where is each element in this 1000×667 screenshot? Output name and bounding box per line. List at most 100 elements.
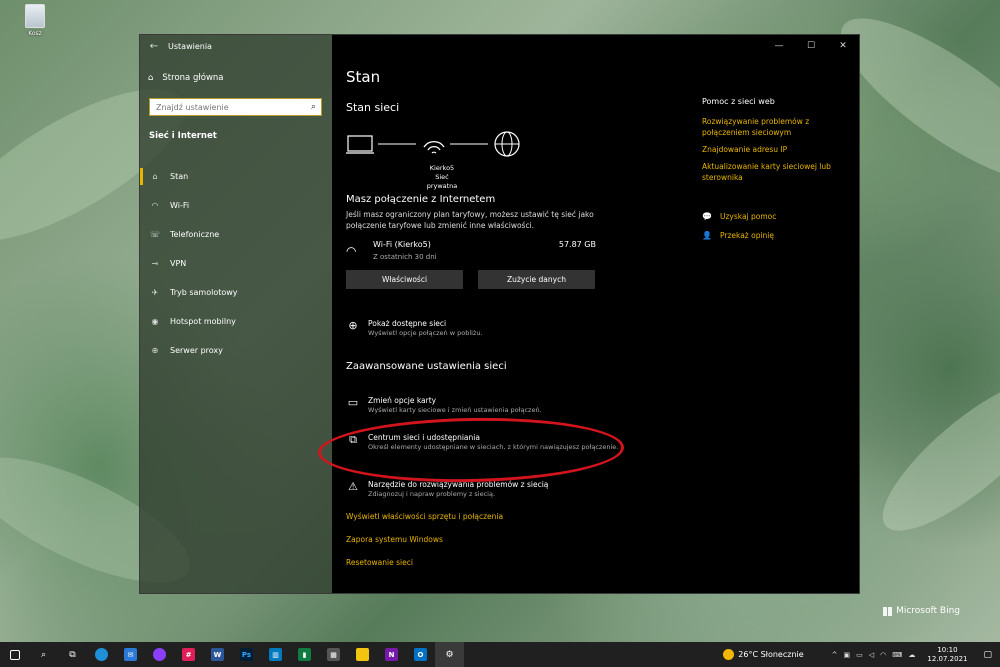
onenote-icon[interactable]: N: [377, 642, 406, 667]
dialup-icon: ☏: [150, 230, 161, 239]
globe-icon: ⊕: [348, 319, 358, 332]
sidebar-item-proxy[interactable]: ⊕ Serwer proxy: [140, 336, 332, 365]
sidebar-item-hotspot[interactable]: ◉ Hotspot mobilny: [140, 307, 332, 336]
slack-icon[interactable]: #: [174, 642, 203, 667]
sidebar-item-airplane[interactable]: ✈ Tryb samolotowy: [140, 278, 332, 307]
help-link-driver[interactable]: Aktualizowanie karty sieciowej lub stero…: [702, 161, 842, 183]
proxy-icon: ⊕: [151, 346, 159, 355]
sidebar-item-label: Tryb samolotowy: [170, 288, 238, 297]
show-networks-option[interactable]: ⊕ Pokaż dostępne sieci Wyświetl opcje po…: [346, 319, 666, 343]
network-label: Kierko5 Sieć prywatna: [422, 164, 462, 191]
connection-description: Jeśli masz ograniczony plan taryfowy, mo…: [346, 210, 594, 230]
calculator-icon[interactable]: ▦: [319, 642, 348, 667]
adapter-icon: ▭: [347, 396, 359, 409]
window-controls: — ☐ ✕: [763, 35, 859, 57]
troubleshooter-option[interactable]: ⚠ Narzędzie do rozwiązywania problemów z…: [346, 480, 666, 504]
wifi-period: Z ostatnich 30 dni: [373, 253, 437, 261]
option-description: Wyświetl opcje połączeń w pobliżu.: [368, 329, 483, 337]
volume-icon[interactable]: ◁: [869, 651, 874, 659]
back-arrow-icon[interactable]: ←: [140, 41, 168, 52]
bing-watermark: Microsoft Bing: [883, 606, 960, 616]
home-icon: ⌂: [152, 172, 158, 181]
search-placeholder: Znajdź ustawienie: [156, 102, 229, 112]
sidebar-item-label: Serwer proxy: [170, 346, 223, 355]
sidebar-item-telefoniczne[interactable]: ☏ Telefoniczne: [140, 220, 332, 249]
help-link-ip[interactable]: Znajdowanie adresu IP: [702, 144, 842, 155]
weather-widget[interactable]: 26°C Słonecznie: [723, 649, 804, 660]
network-icon[interactable]: ▣: [844, 651, 851, 659]
wifi-signal-icon: [423, 141, 445, 154]
keyboard-icon[interactable]: ⌨: [892, 651, 902, 659]
word-icon[interactable]: W: [203, 642, 232, 667]
get-help-link[interactable]: 💬 Uzyskaj pomoc: [702, 212, 776, 221]
help-link-troubleshoot[interactable]: Rozwiązywanie problemów z połączeniem si…: [702, 116, 842, 138]
help-title: Pomoc z sieci web: [702, 97, 775, 106]
sidebar-item-vpn[interactable]: ⊸ VPN: [140, 249, 332, 278]
start-button[interactable]: [0, 642, 29, 667]
time-label: 10:10: [937, 645, 958, 654]
sun-icon: [723, 649, 735, 660]
sidebar-item-wifi[interactable]: ◠ Wi-Fi: [140, 191, 332, 220]
messenger-icon[interactable]: [145, 642, 174, 667]
get-help-label: Uzyskaj pomoc: [719, 212, 777, 221]
page-title: Stan: [346, 68, 381, 86]
sidebar: ← Ustawienia ⌂ Strona główna Znajdź usta…: [140, 35, 332, 593]
outlook-icon[interactable]: O: [406, 642, 435, 667]
explorer-icon[interactable]: [348, 642, 377, 667]
recycle-bin-icon[interactable]: Kosz: [18, 4, 52, 37]
settings-icon[interactable]: ⚙: [435, 642, 464, 667]
laptop-icon: [347, 135, 373, 152]
bing-logo-icon: [883, 606, 893, 616]
wifi-icon[interactable]: ◠: [880, 651, 886, 659]
wallpaper-leaf: [863, 357, 1000, 553]
sidebar-item-stan[interactable]: ⌂ Stan: [140, 162, 332, 191]
hardware-properties-link[interactable]: Wyświetl właściwości sprzętu i połączeni…: [346, 512, 503, 521]
search-icon: ⌕: [310, 102, 316, 112]
sidebar-item-label: Stan: [170, 172, 189, 181]
data-usage-button[interactable]: Zużycie danych: [478, 270, 595, 289]
sidebar-item-label: Telefoniczne: [170, 230, 220, 239]
window-title: Ustawienia: [168, 41, 212, 51]
option-description: Zdiagnozuj i napraw problemy z siecią.: [368, 490, 496, 498]
change-adapter-option[interactable]: ▭ Zmień opcje karty Wyświetl karty sieci…: [346, 396, 666, 420]
tray-icons: ^ ▣ ▭ ◁ ◠ ⌨ ☁: [832, 651, 916, 659]
notification-icon[interactable]: ▢: [983, 650, 992, 660]
properties-button[interactable]: Właściwości: [346, 270, 463, 289]
home-link[interactable]: ⌂ Strona główna: [148, 73, 224, 83]
data-usage-value: 57.87 GB: [558, 240, 596, 249]
help-panel: Pomoc z sieci web Rozwiązywanie problemó…: [702, 97, 842, 189]
feedback-link[interactable]: 👤 Przekaż opinię: [702, 231, 774, 240]
wifi-name: Wi-Fi (Kierko5): [373, 240, 431, 249]
network-reset-link[interactable]: Resetowanie sieci: [346, 558, 413, 567]
search-icon[interactable]: ⌕: [29, 642, 58, 667]
network-name: Kierko5: [429, 164, 455, 172]
clock[interactable]: 10:10 12.07.2021: [927, 646, 967, 664]
section-title: Sieć i Internet: [149, 131, 217, 141]
minimize-button[interactable]: —: [763, 35, 795, 57]
wifi-icon: ◠: [151, 201, 159, 210]
network-status-title: Stan sieci: [346, 101, 400, 114]
firewall-link[interactable]: Zapora systemu Windows: [346, 535, 443, 544]
chat-icon: 💬: [702, 212, 712, 221]
search-input[interactable]: Znajdź ustawienie ⌕: [149, 98, 322, 116]
option-title: Zmień opcje karty: [368, 396, 437, 405]
wifi-usage-row: ◠ Wi-Fi (Kierko5) Z ostatnich 30 dni 57.…: [346, 240, 596, 266]
warning-icon: ⚠: [348, 480, 358, 493]
close-button[interactable]: ✕: [827, 35, 859, 57]
network-type: Sieć prywatna: [426, 173, 458, 190]
trello-icon[interactable]: ▥: [261, 642, 290, 667]
edge-icon[interactable]: [87, 642, 116, 667]
maximize-button[interactable]: ☐: [795, 35, 827, 57]
wifi-icon: ◠: [346, 244, 357, 258]
battery-icon[interactable]: ▭: [856, 651, 863, 659]
cloud-icon[interactable]: ☁: [908, 651, 915, 659]
photoshop-icon[interactable]: Ps: [232, 642, 261, 667]
chevron-up-icon[interactable]: ^: [832, 651, 838, 659]
chart-app-icon[interactable]: ▮: [290, 642, 319, 667]
advanced-title: Zaawansowane ustawienia sieci: [346, 361, 507, 372]
mail-icon[interactable]: ✉: [116, 642, 145, 667]
vpn-icon: ⊸: [151, 259, 159, 268]
recycle-bin-label: Kosz: [28, 30, 42, 37]
task-view-icon[interactable]: ⧉: [58, 642, 87, 667]
sidebar-item-label: Wi-Fi: [170, 201, 190, 210]
